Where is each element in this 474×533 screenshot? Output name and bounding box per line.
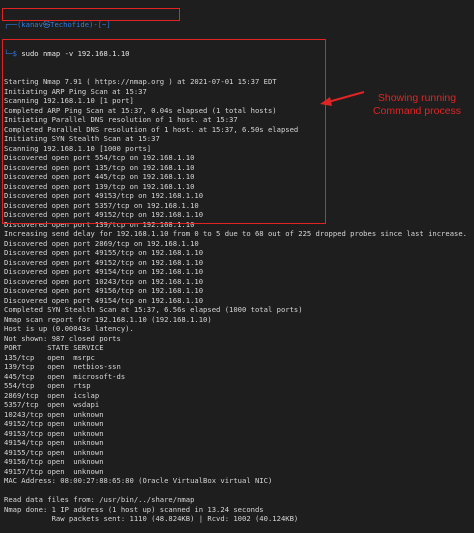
output-line: Host is up (0.00043s latency). xyxy=(4,324,134,333)
output-line: Not shown: 987 closed ports xyxy=(4,333,121,343)
output-line: PORT STATE SERVICE xyxy=(4,343,104,352)
arrow-icon xyxy=(320,91,365,106)
process-highlight-box xyxy=(2,39,326,224)
output-line: Read data files from: /usr/bin/../share/… xyxy=(4,495,195,504)
output-line: 135/tcp open msrpc xyxy=(4,352,95,362)
output-line: 10243/tcp open unknown xyxy=(4,409,104,419)
output-line: 49155/tcp open unknown xyxy=(4,447,104,457)
prompt-context: ┌──(kanav㉿Techofide)-[~] xyxy=(4,20,111,29)
output-line: MAC Address: 08:00:27:88:65:80 (Oracle V… xyxy=(4,476,273,485)
output-line: Discovered open port 49154/tcp on 192.16… xyxy=(4,267,204,276)
output-line: 49152/tcp open unknown xyxy=(4,419,104,428)
annotation-label: Showing running Command process xyxy=(372,92,462,117)
output-line: 49153/tcp open unknown xyxy=(4,428,104,438)
output-line: Discovered open port 49154/tcp on 192.16… xyxy=(4,295,204,305)
output-line: Nmap done: 1 IP address (1 host up) scan… xyxy=(4,504,264,514)
output-line: Completed SYN Stealth Scan at 15:37, 6.5… xyxy=(4,305,303,314)
output-line: Discovered open port 10243/tcp on 192.16… xyxy=(4,276,204,286)
output-line: 2869/tcp open icslap xyxy=(4,390,100,400)
output-line: Increasing send delay for 192.168.1.10 f… xyxy=(4,229,468,238)
prompt-header: ┌──(kanav㉿Techofide)-[~] xyxy=(4,20,470,30)
output-line: Raw packets sent: 1110 (48.824KB) | Rcvd… xyxy=(4,514,299,523)
output-line: 554/tcp open rtsp xyxy=(4,381,91,390)
output-line: 49157/tcp open unknown xyxy=(4,466,104,476)
output-line: Discovered open port 2869/tcp on 192.168… xyxy=(4,238,199,248)
output-line: 49156/tcp open unknown xyxy=(4,457,104,466)
output-line: Discovered open port 49156/tcp on 192.16… xyxy=(4,286,204,295)
output-line: Nmap scan report for 192.168.1.10 (192.1… xyxy=(4,314,212,324)
output-line: 5357/tcp open wsdapi xyxy=(4,400,100,409)
command-highlight-box xyxy=(2,8,180,21)
output-line: Discovered open port 49152/tcp on 192.16… xyxy=(4,257,204,267)
output-line: 445/tcp open microsoft-ds xyxy=(4,371,126,381)
output-line: Discovered open port 49155/tcp on 192.16… xyxy=(4,248,204,257)
output-line: 139/tcp open netbios-ssn xyxy=(4,362,121,371)
output-line: 49154/tcp open unknown xyxy=(4,438,104,447)
